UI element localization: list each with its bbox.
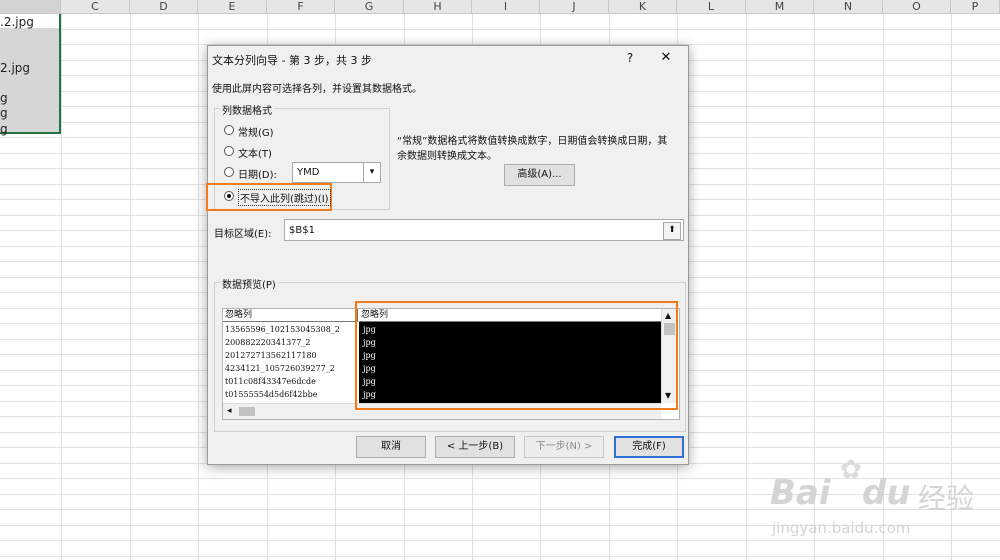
preview-row: t011c08f43347e6dcde xyxy=(225,377,316,386)
column-header[interactable]: P xyxy=(951,0,1000,14)
skip-label: 不导入此列(跳过)(I) xyxy=(238,189,331,206)
column-header[interactable]: D xyxy=(130,0,198,14)
column-header[interactable]: H xyxy=(404,0,472,14)
column-header[interactable]: K xyxy=(609,0,677,14)
text-label: 文本(T) xyxy=(238,149,272,160)
date-label: 日期(D): xyxy=(238,170,277,181)
help-button[interactable]: ? xyxy=(620,49,640,67)
destination-value: $B$1 xyxy=(289,225,315,236)
instruction-text: 使用此屏内容可选择各列，并设置其数据格式。 xyxy=(212,84,422,95)
cell[interactable]: .2.jpg xyxy=(0,13,34,31)
column-header[interactable]: L xyxy=(677,0,746,14)
watermark-brand-cn: 经验 xyxy=(918,482,975,515)
back-button[interactable]: < 上一步(B) xyxy=(435,436,515,458)
column-header[interactable]: G xyxy=(335,0,404,14)
watermark-url: jingyan.baidu.com xyxy=(772,519,911,537)
preview-row: 201272713562117180 xyxy=(225,351,317,360)
cell[interactable]: 2.jpg xyxy=(0,59,30,77)
column-header[interactable]: C xyxy=(61,0,130,14)
destination-label: 目标区域(E): xyxy=(214,229,272,240)
destination-input[interactable]: $B$1 ⬆ xyxy=(284,219,684,241)
preview-row: 13565596_102153045308_2 xyxy=(225,325,340,334)
paw-icon: ✿ xyxy=(840,455,862,485)
preview-row: 4234121_105726039277_2 xyxy=(225,364,335,373)
preview-row: t01555554d5d6f42bbe xyxy=(225,390,318,399)
collapse-dialog-icon[interactable]: ⬆ xyxy=(663,222,681,240)
column-header[interactable]: E xyxy=(198,0,267,14)
column-header[interactable]: M xyxy=(746,0,814,14)
column-format-legend: 列数据格式 xyxy=(220,102,274,117)
column-header[interactable]: F xyxy=(267,0,335,14)
scroll-thumb[interactable] xyxy=(239,407,255,416)
column-header[interactable]: N xyxy=(814,0,883,14)
preview-row: 200882220341377_2 xyxy=(225,338,311,347)
cancel-button[interactable]: 取消 xyxy=(356,436,426,458)
skip-radio[interactable] xyxy=(224,191,234,201)
format-description: “常规”数据格式将数值转换成数字，日期值会转换成日期，其余数据则转换成文本。 xyxy=(397,136,668,162)
watermark-brand: Bai xyxy=(770,473,831,513)
text-radio[interactable] xyxy=(224,146,234,156)
preview-highlight xyxy=(355,301,678,410)
scroll-left-icon[interactable]: ◂ xyxy=(227,406,232,416)
date-radio[interactable] xyxy=(224,167,234,177)
advanced-button[interactable]: 高级(A)... xyxy=(504,164,575,186)
text-to-columns-dialog: 文本分列向导 - 第 3 步，共 3 步 ? ✕ 使用此屏内容可选择各列，并设置… xyxy=(206,45,689,465)
column-header[interactable]: O xyxy=(883,0,951,14)
general-label: 常规(G) xyxy=(238,128,274,139)
next-button[interactable]: 下一步(N) > xyxy=(524,436,604,458)
column-header[interactable]: I xyxy=(472,0,540,14)
watermark-brand2: du xyxy=(862,473,911,513)
close-button[interactable]: ✕ xyxy=(654,49,678,67)
column-header[interactable]: J xyxy=(540,0,609,14)
cell[interactable]: g xyxy=(0,120,8,138)
dialog-title: 文本分列向导 - 第 3 步，共 3 步 xyxy=(212,54,372,67)
finish-button[interactable]: 完成(F) xyxy=(614,436,684,458)
column-header-selected[interactable] xyxy=(0,0,61,14)
chevron-down-icon[interactable]: ▾ xyxy=(363,163,380,182)
preview-legend: 数据预览(P) xyxy=(220,276,278,291)
preview-col1-header[interactable]: 忽略列 xyxy=(223,309,358,322)
general-radio[interactable] xyxy=(224,125,234,135)
date-format-select[interactable]: YMD ▾ xyxy=(292,162,381,183)
date-format-value: YMD xyxy=(297,167,320,178)
